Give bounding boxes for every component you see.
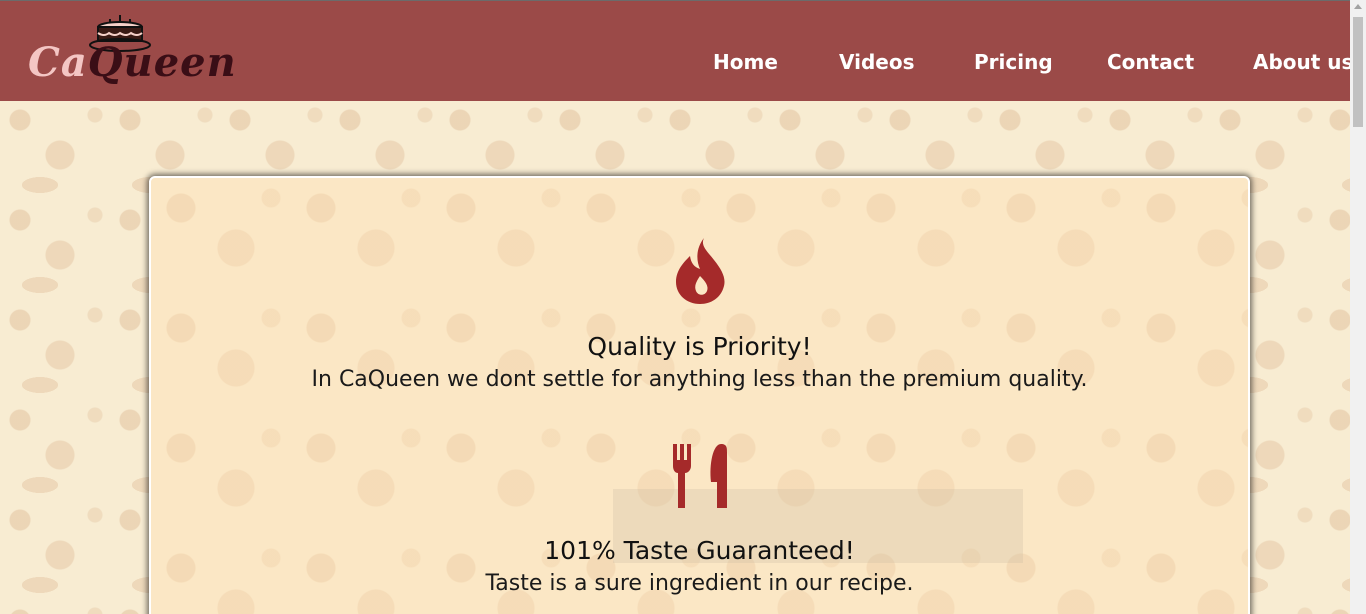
scroll-up-arrow-icon[interactable]: [1354, 4, 1362, 9]
nav-item-videos[interactable]: Videos: [839, 50, 915, 74]
feature-taste: 101% Taste Guaranteed! Taste is a sure i…: [151, 442, 1248, 602]
nav-item-home[interactable]: Home: [713, 50, 778, 74]
site-logo[interactable]: CaQueen: [28, 11, 236, 96]
brand-name: CaQueen: [28, 39, 237, 86]
nav-item-pricing[interactable]: Pricing: [974, 50, 1053, 74]
site-header: CaQueen Home Videos Pricing Contact Abou…: [0, 0, 1353, 101]
feature-description: In CaQueen we dont settle for anything l…: [311, 367, 1088, 392]
brand-prefix: Ca: [28, 39, 88, 86]
feature-quality: Quality is Priority! In CaQueen we dont …: [151, 236, 1248, 396]
scroll-thumb[interactable]: [1353, 17, 1363, 127]
features-card: Quality is Priority! In CaQueen we dont …: [149, 176, 1250, 614]
nav-item-about-us[interactable]: About us: [1253, 50, 1353, 74]
feature-title: 101% Taste Guaranteed!: [544, 536, 855, 565]
nav-item-contact[interactable]: Contact: [1107, 50, 1194, 74]
brand-suffix: Queen: [87, 39, 237, 86]
utensils-icon: [672, 444, 727, 508]
feature-title: Quality is Priority!: [587, 332, 812, 361]
flame-icon: [675, 238, 725, 304]
page-scrollbar[interactable]: [1350, 0, 1366, 614]
feature-description: Taste is a sure ingredient in our recipe…: [485, 571, 914, 596]
